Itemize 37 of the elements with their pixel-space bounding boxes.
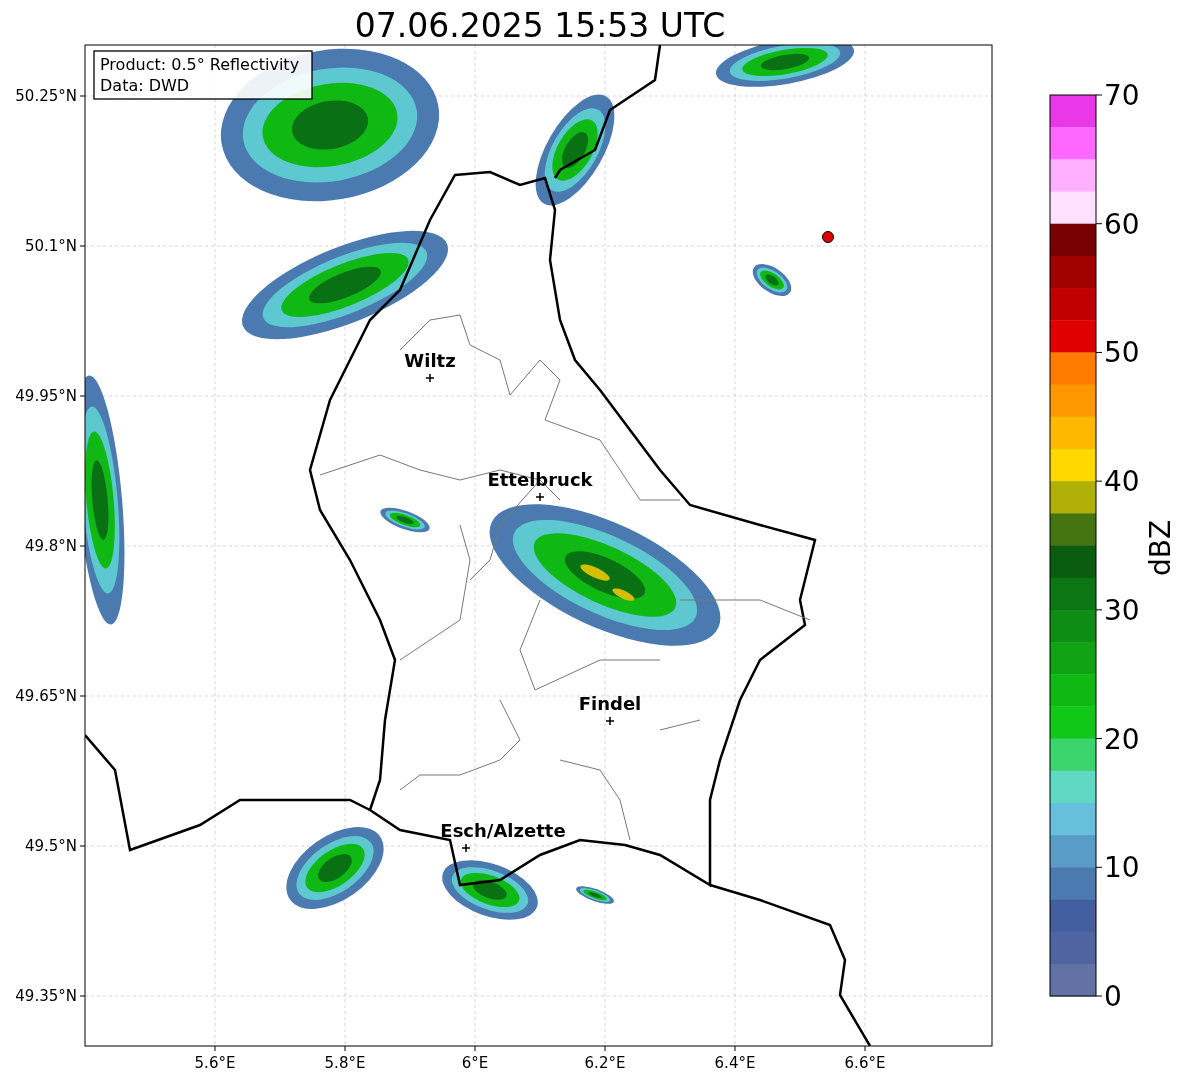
radar-echo bbox=[380, 507, 430, 533]
axis-tick-label: 50.25°N bbox=[15, 87, 77, 105]
scale-tick-label: 40 bbox=[1104, 465, 1140, 499]
chart-title: 07.06.2025 15:53 UTC bbox=[354, 6, 726, 45]
axis-tick-label: 6.4°E bbox=[714, 1054, 756, 1072]
place-label: Wiltz bbox=[404, 350, 456, 371]
location-marker-icon bbox=[535, 492, 545, 502]
place-label: Ettelbruck bbox=[487, 469, 593, 490]
scale-tick-label: 30 bbox=[1104, 593, 1140, 627]
scale-tick-label: 10 bbox=[1104, 851, 1140, 885]
axis-tick-label: 49.65°N bbox=[15, 687, 77, 705]
axis-tick-label: 6°E bbox=[461, 1054, 489, 1072]
axis-tick-label: 6.6°E bbox=[844, 1054, 886, 1072]
location-marker-icon bbox=[461, 843, 471, 853]
axis-tick-label: 49.8°N bbox=[24, 537, 77, 555]
axis-tick-label: 49.35°N bbox=[15, 987, 77, 1005]
axis-tick-label: 49.5°N bbox=[24, 837, 77, 855]
radar-site-marker bbox=[822, 231, 834, 243]
place-label: Esch/Alzette bbox=[440, 820, 566, 841]
scale-tick-label: 50 bbox=[1104, 336, 1140, 370]
scale-label: dBZ bbox=[1144, 519, 1177, 577]
location-marker-icon bbox=[605, 716, 615, 726]
axis-tick-label: 50.1°N bbox=[24, 237, 77, 255]
axis-tick-label: 5.6°E bbox=[194, 1054, 236, 1072]
radar-echo bbox=[576, 886, 614, 904]
scale-tick-label: 70 bbox=[1104, 79, 1140, 112]
info-text: Data: DWD bbox=[100, 76, 190, 95]
info-text: Product: 0.5° Reflectivity bbox=[100, 55, 300, 74]
scale-tick-label: 20 bbox=[1104, 722, 1140, 756]
axis-tick-label: 49.95°N bbox=[15, 387, 77, 405]
axis-tick-label: 6.2°E bbox=[584, 1054, 626, 1072]
axis-tick-label: 5.8°E bbox=[324, 1054, 366, 1072]
scale-tick-label: 60 bbox=[1104, 207, 1140, 241]
scale-tick-label: 0 bbox=[1104, 980, 1122, 1013]
radar-echo bbox=[752, 264, 792, 296]
location-marker-icon bbox=[425, 373, 435, 383]
place-label: Findel bbox=[578, 693, 642, 714]
